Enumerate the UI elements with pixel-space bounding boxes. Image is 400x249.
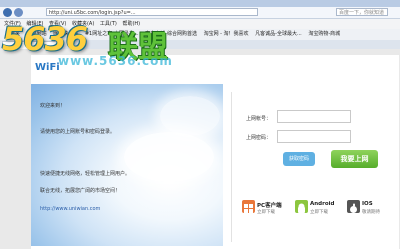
cloud-decoration [160,96,220,136]
password-label: 上网密码： [246,135,272,141]
vertical-divider [231,92,232,242]
watermark-logo: 5636 [2,20,88,58]
cloud-decoration [124,132,214,182]
url-input[interactable]: http://uni.u5bc.com/login.jsp?u=... [46,8,258,16]
website-link[interactable]: http://www.uniwian.com [40,206,100,212]
favorite-item[interactable]: 淘宝网 - 淘！我喜欢 [204,31,249,37]
password-input[interactable] [277,130,351,143]
watermark-url: www.5636.com [58,54,173,68]
favorite-item[interactable]: 凡客诚品-全球最大... [255,31,302,37]
download-pc[interactable]: PC客户端 立即下载 [242,198,290,220]
windows-icon [242,200,255,213]
download-ios[interactable]: IOS 敬请期待 [347,198,395,220]
download-android-title: Android [310,201,335,207]
intro-line-3: 联合无线，拓展您广阔的市场空间！ [40,188,121,194]
favorite-item[interactable]: 淘宝购物-商城 [308,31,340,37]
apple-icon [347,200,360,213]
get-password-button[interactable]: 获取密码 [283,152,315,166]
welcome-text: 欢迎来到！ [40,103,66,109]
download-pc-sub: 立即下载 [257,210,275,215]
download-ios-sub: 敬请期待 [362,210,380,215]
account-input[interactable] [277,110,351,123]
window-titlebar [0,0,400,7]
intro-line-1: 请使用您的上网账号和密码登录。 [40,129,116,135]
download-android-sub: 立即下载 [310,210,328,215]
back-button[interactable] [3,8,12,17]
download-android[interactable]: Android 立即下载 [295,198,343,220]
android-icon [295,200,308,213]
download-ios-title: IOS [362,201,373,207]
site-logo: WiFi [35,62,60,73]
account-label: 上网帐号： [246,116,272,122]
forward-button[interactable] [14,8,23,17]
search-input[interactable]: 百度一下，你就知道 [336,8,388,16]
download-pc-title: PC客户端 [257,203,282,209]
login-button[interactable]: 我要上网 [331,150,378,168]
intro-line-2: 快速便捷无线网络，轻松管理上网用户。 [40,171,131,177]
